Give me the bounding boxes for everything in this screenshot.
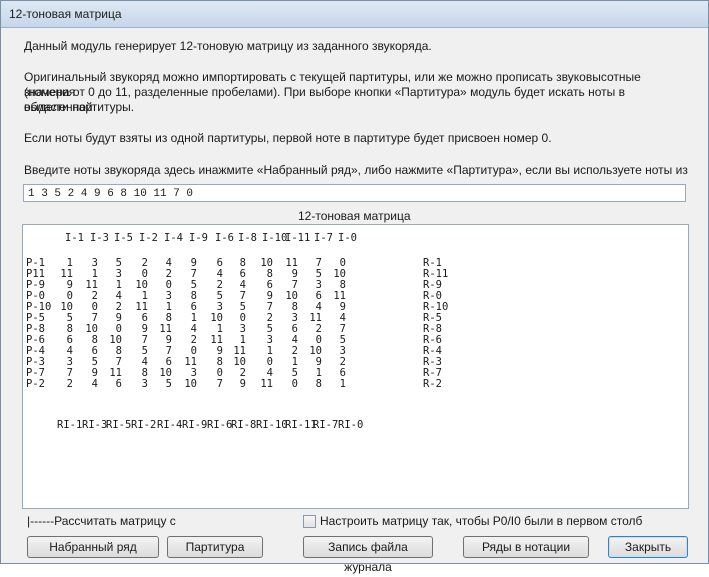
matrix-cell: 7 [216, 378, 223, 390]
matrix-cell: 6 [115, 378, 122, 390]
matrix-cell: 11 [260, 378, 273, 390]
dialog-window: 12-тоновая матрица Данный модуль генерир… [0, 0, 709, 574]
matrix-display[interactable]: I-1 I-3 I-5 I-2 I-4 I-9 I-6 I-8 I-10 I-11 I-7 I-0 P-… [22, 224, 689, 509]
matrix-cell: 5 [165, 378, 172, 390]
prime-row-label: P-2 [26, 378, 45, 390]
retrograde-inversion-footer: RI-6 [207, 419, 233, 431]
retrograde-inversion-footer: RI-2 [131, 419, 157, 431]
inversion-header: I-0 [338, 232, 357, 244]
inversion-header: I-4 [164, 232, 183, 244]
retrograde-inversion-footer: RI-3 [82, 419, 108, 431]
retrograde-inversion-footer: RI-1 [57, 419, 83, 431]
inversion-header: I-7 [314, 232, 333, 244]
rows-in-notation-button[interactable]: Ряды в нотации [463, 536, 589, 558]
retrograde-inversion-footer: RI-4 [157, 419, 183, 431]
inversion-header: I-6 [215, 232, 234, 244]
p0-i0-first-column-label[interactable]: Настроить матрицу так, чтобы P0/I0 были … [320, 514, 642, 528]
calc-matrix-label: |------Рассчитать матрицу с [27, 514, 176, 528]
matrix-cell: 3 [141, 378, 148, 390]
write-log-button[interactable]: Запись файла журнала [303, 536, 433, 574]
inversion-header: I-2 [139, 232, 158, 244]
title-bar[interactable]: 12-тоновая матрица [1, 1, 708, 28]
inversion-header: I-5 [114, 232, 133, 244]
matrix-cell: 8 [315, 378, 322, 390]
score-button[interactable]: Партитура [167, 536, 263, 558]
retrograde-inversion-footer: RI-10 [256, 419, 288, 431]
inversion-header: I-11 [285, 232, 311, 244]
inversion-header: I-1 [65, 232, 84, 244]
tone-row-value: 1 3 5 2 4 9 6 8 10 11 7 0 [28, 188, 194, 200]
p0-i0-first-column-checkbox[interactable] [303, 515, 316, 528]
inversion-header: I-3 [90, 232, 109, 244]
inversion-header: I-9 [189, 232, 208, 244]
retrograde-inversion-footer: RI-9 [182, 419, 208, 431]
matrix-cell: 10 [184, 378, 197, 390]
import-help-line-3: области партитуры. [24, 100, 135, 114]
matrix-cell: 0 [291, 378, 298, 390]
matrix-cell: 9 [239, 378, 246, 390]
window-title: 12-тоновая матрица [9, 7, 122, 21]
typed-row-button[interactable]: Набранный ряд [27, 536, 159, 558]
retrograde-inversion-footer: RI-11 [285, 419, 317, 431]
retrograde-inversion-footer: RI-7 [313, 419, 339, 431]
matrix-title: 12-тоновая матрица [298, 209, 411, 223]
tone-row-input[interactable]: 1 3 5 2 4 9 6 8 10 11 7 0 [23, 184, 686, 202]
inversion-header: I-8 [238, 232, 257, 244]
retrograde-inversion-footer: RI-0 [338, 419, 364, 431]
retrograde-row-label: R-2 [423, 378, 442, 390]
numbering-note: Если ноты будут взяты из одной партитуры… [24, 131, 552, 145]
retrograde-inversion-footer: RI-8 [231, 419, 257, 431]
inversion-header: I-10 [262, 232, 288, 244]
retrograde-inversion-footer: RI-5 [106, 419, 132, 431]
matrix-cell: 1 [339, 378, 346, 390]
intro-text: Данный модуль генерирует 12-тоновую матр… [24, 39, 432, 53]
matrix-cell: 4 [91, 378, 98, 390]
input-instructions: Введите ноты звукоряда здесь инажмите «Н… [24, 163, 688, 177]
close-button[interactable]: Закрыть [608, 536, 688, 558]
matrix-cell: 2 [66, 378, 73, 390]
